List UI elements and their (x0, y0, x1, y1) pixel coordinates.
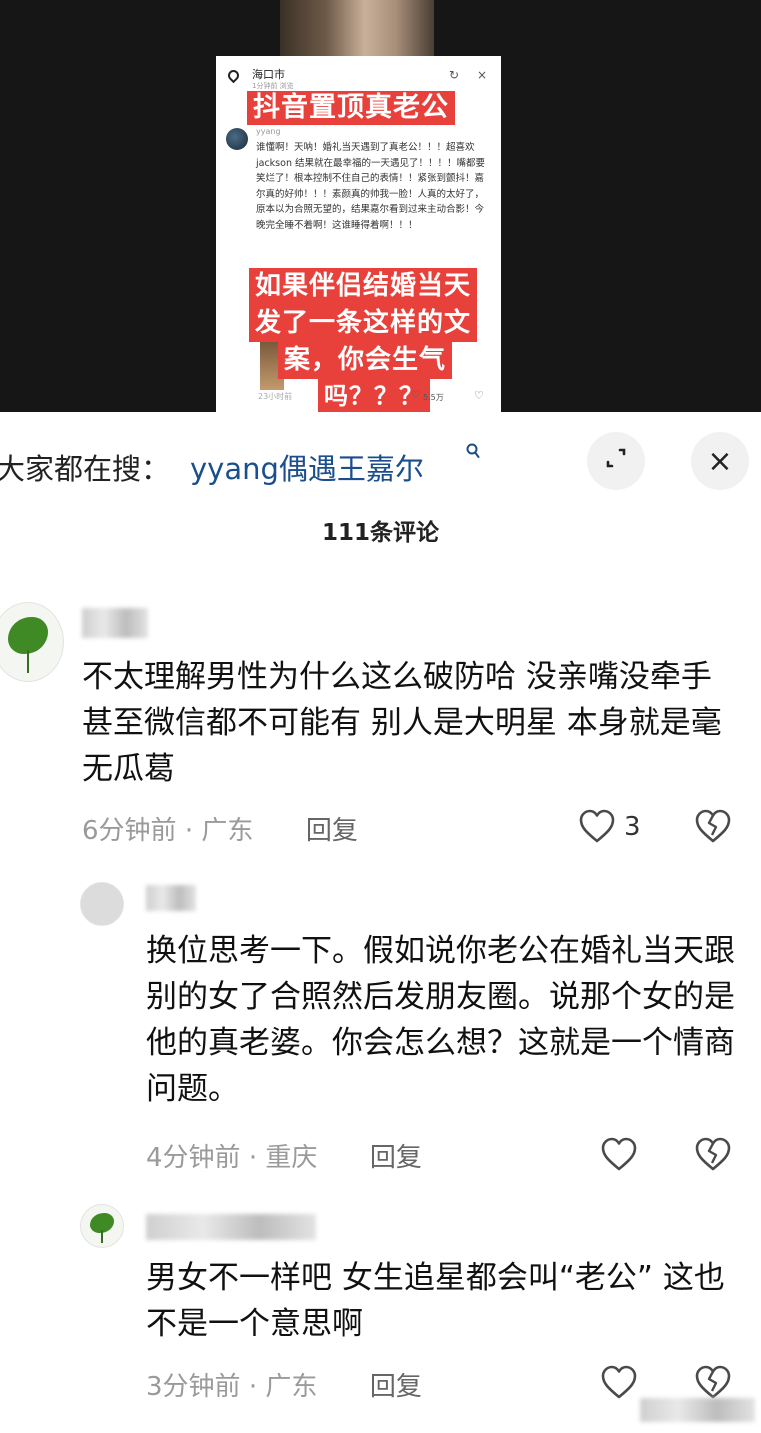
comment-location: 广东 (265, 1372, 318, 1402)
heart-icon (601, 1137, 637, 1171)
username-blurred[interactable] (146, 1214, 316, 1240)
meta-separator: · (248, 1372, 266, 1402)
reply-button[interactable]: 回复 (306, 816, 358, 846)
expand-button[interactable] (587, 432, 645, 490)
comment-text: 不太理解男性为什么这么破防哈 没亲嘴没牵手甚至微信都不可能有 别人是大明星 本身… (82, 659, 722, 787)
comment-meta: 6分钟前 · 广东 回复 (82, 810, 358, 847)
location-pin-icon (225, 67, 242, 84)
card-refresh-icon: ↻ (448, 68, 459, 82)
like-count: 3 (624, 812, 641, 842)
overlay-line-3: 案，你会生气 (278, 342, 453, 379)
screenshot-card: 海口市 1分钟前 浏览 ↻ × 抖音置顶真老公 yyang 谁懂啊！天呐！婚礼当… (216, 56, 501, 412)
search-icon[interactable] (466, 443, 480, 464)
post-like-icon: ♡ (411, 390, 420, 401)
expand-icon (604, 446, 628, 477)
overlay-line-2: 发了一条这样的文 (249, 305, 478, 342)
search-prefix-label: 大家都在搜： (0, 452, 171, 486)
leaf-stem (26, 649, 30, 674)
heart-icon (601, 1365, 637, 1399)
broken-heart-icon (695, 809, 731, 843)
comment-time: 4分钟前 (146, 1143, 241, 1173)
card-location-sub: 1分钟前 浏览 (252, 82, 294, 90)
heart-icon (579, 809, 615, 843)
post-dislike-icon: ♡ (474, 389, 484, 402)
comment-time: 3分钟前 (146, 1372, 241, 1402)
comment-meta: 4分钟前 · 重庆 回复 (146, 1137, 422, 1174)
post-like-count: 5.5万 (423, 393, 444, 402)
reply-button[interactable]: 回复 (370, 1372, 422, 1402)
card-location: 海口市 (252, 68, 285, 81)
comments-count-title: 111条评论 (321, 520, 439, 546)
close-icon: × (707, 443, 733, 479)
comment-time: 6分钟前 (82, 816, 177, 846)
post-avatar (226, 128, 248, 150)
comment-location: 重庆 (265, 1143, 318, 1173)
headline-banner: 抖音置顶真老公 (247, 91, 455, 125)
video-preview[interactable]: 海口市 1分钟前 浏览 ↻ × 抖音置顶真老公 yyang 谁懂啊！天呐！婚礼当… (0, 0, 761, 412)
like-button[interactable] (600, 1136, 638, 1176)
avatar[interactable] (0, 602, 64, 682)
dislike-button[interactable] (694, 1136, 732, 1176)
username-blurred[interactable] (82, 608, 148, 638)
avatar[interactable] (80, 882, 124, 926)
leaf-stem (101, 1230, 103, 1243)
meta-separator: · (184, 816, 202, 846)
video-thumbnail-top (280, 0, 434, 56)
comment-location: 广东 (201, 816, 254, 846)
post-author: yyang (256, 127, 281, 136)
broken-heart-icon (695, 1365, 731, 1399)
search-suggestion-link[interactable]: yyang偶遇王嘉尔 (190, 446, 424, 488)
reply-button[interactable]: 回复 (370, 1143, 422, 1173)
watermark (640, 1398, 755, 1422)
comment-text: 男女不一样吧 女生追星都会叫“老公” 这也不是一个意思啊 (146, 1260, 725, 1342)
dislike-button[interactable] (694, 808, 732, 848)
comment-meta: 3分钟前 · 广东 回复 (146, 1366, 422, 1403)
card-close-icon: × (476, 68, 487, 82)
avatar[interactable] (80, 1204, 124, 1248)
comment-text: 换位思考一下。假如说你老公在婚礼当天跟别的女了合照然后发朋友圈。说那个女的是他的… (146, 933, 735, 1107)
username-blurred[interactable] (146, 885, 196, 911)
like-button[interactable] (578, 808, 616, 848)
post-time: 23小时前 (258, 392, 293, 401)
broken-heart-icon (695, 1137, 731, 1171)
close-button[interactable]: × (691, 432, 749, 490)
meta-separator: · (248, 1143, 266, 1173)
overlay-line-1: 如果伴侣结婚当天 (249, 268, 478, 305)
post-body: 谁懂啊！天呐！婚礼当天遇到了真老公！！！超喜欢jackson 结果就在最幸福的一… (256, 142, 485, 231)
like-button[interactable] (600, 1364, 638, 1404)
